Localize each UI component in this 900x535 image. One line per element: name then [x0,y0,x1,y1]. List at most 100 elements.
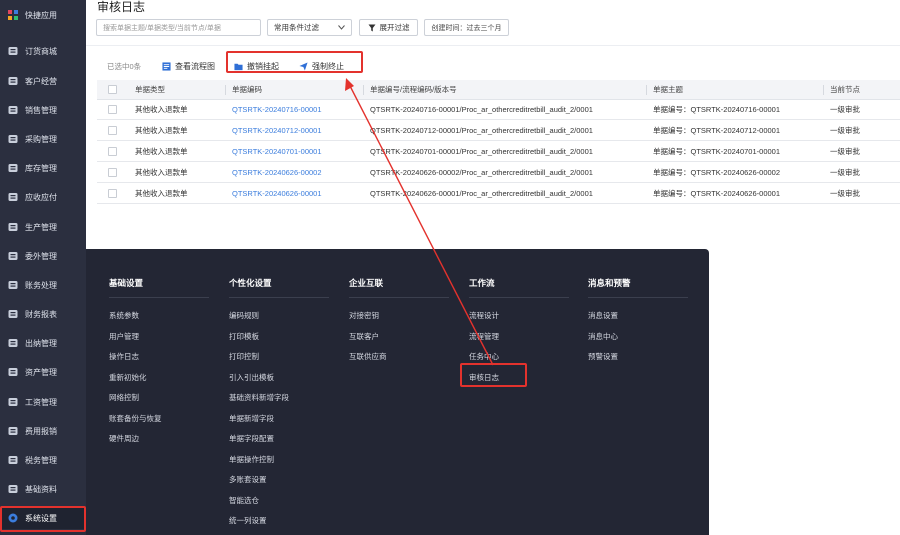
menu-item[interactable]: 消息中心 [588,331,618,342]
annotation-highlight-system-settings [0,506,86,532]
row-checkbox[interactable] [108,168,117,177]
menu-item[interactable]: 对接密钥 [349,310,379,321]
bill-code-link[interactable]: QTSRTK-20240716-00001 [232,100,322,120]
sidebar-item-label: 出纳管理 [25,338,57,348]
table-row[interactable]: 其他收入退款单 QTSRTK-20240626-00001 QTSRTK-20240… [97,184,900,204]
sidebar-item-16[interactable]: 基础资料 [0,478,86,500]
filter-select-label: 常用条件过滤 [274,23,319,32]
view-flow-button[interactable]: 查看流程图 [162,59,215,73]
date-filter-chip[interactable]: 创建时间：过去三个月 [424,19,509,36]
sidebar-item-3[interactable]: 销售管理 [0,99,86,121]
column-header[interactable]: 单据编码 [232,80,262,100]
menu-item[interactable]: 打印模板 [229,331,259,342]
sidebar-item-1[interactable]: 订货商城 [0,40,86,62]
filter-select[interactable]: 常用条件过滤 [267,19,352,36]
sidebar-item-14[interactable]: 费用报销 [0,420,86,442]
menu-item[interactable]: 单据新增字段 [229,413,274,424]
menu-item[interactable]: 基础资料新增字段 [229,392,289,403]
menu-item[interactable]: 编码规则 [229,310,259,321]
table-cell: 单据编号：QTSRTK-20240716-00001 [653,105,781,114]
menu-item[interactable]: 多账套设置 [229,474,267,485]
menu-column-title: 工作流 [469,278,495,288]
coin-icon [8,192,18,202]
sidebar-item-15[interactable]: 税务管理 [0,449,86,471]
table-row[interactable]: 其他收入退款单 QTSRTK-20240716-00001 QTSRTK-20240… [97,100,900,120]
system-settings-menu: 基础设置 系统参数 用户管理 操作日志 重新初始化 网络控制 账套备份与恢复 硬件周边 个性化设… [86,249,709,535]
sidebar-item-6[interactable]: 应收应付 [0,186,86,208]
menu-item[interactable]: 统一列设置 [229,515,267,526]
column-header[interactable]: 单据类型 [135,80,165,100]
sidebar-item-11[interactable]: 出纳管理 [0,332,86,354]
table-row[interactable]: 其他收入退款单 QTSRTK-20240701-00001 QTSRTK-20240… [97,142,900,162]
table-cell: 单据编号：QTSRTK-20240701-00001 [653,147,781,156]
row-checkbox[interactable] [108,126,117,135]
expand-filter-button[interactable]: 展开过滤 [359,19,418,36]
sidebar-item-label: 快捷应用 [25,10,57,20]
menu-item[interactable]: 消息设置 [588,310,618,321]
menu-item[interactable]: 用户管理 [109,331,139,342]
menu-item[interactable]: 预警设置 [588,351,618,362]
table-cell: 一级审批 [830,126,860,135]
menu-item[interactable]: 任务中心 [469,351,499,362]
menu-item[interactable]: 系统参数 [109,310,139,321]
sidebar-item-label: 订货商城 [25,46,57,56]
menu-item[interactable]: 流程设计 [469,310,499,321]
bill-code-link[interactable]: QTSRTK-20240712-00001 [232,121,322,141]
table-cell: QTSRTK-20240701-00001/Proc_ar_othercredi… [370,147,593,156]
sidebar-item-5[interactable]: 库存管理 [0,157,86,179]
table-cell: 一级审批 [830,189,860,198]
menu-item[interactable]: 引入引出模板 [229,372,274,383]
bill-code-link[interactable]: QTSRTK-20240701-00001 [232,142,322,162]
column-divider [823,85,824,95]
table-cell: 一级审批 [830,147,860,156]
sidebar-item-0[interactable]: 快捷应用 [0,4,86,26]
menu-item[interactable]: 硬件周边 [109,433,139,444]
table-cell: 单据编号：QTSRTK-20240626-00001 [653,189,781,198]
menu-column-divider [229,297,329,298]
sidebar-item-label: 客户经营 [25,76,57,86]
menu-column-divider [109,297,209,298]
menu-item[interactable]: 网络控制 [109,392,139,403]
column-header[interactable]: 单据主题 [653,80,683,100]
column-header[interactable]: 单据编号/流程编码/版本号 [370,80,457,100]
menu-column-title: 消息和预警 [588,278,631,288]
menu-item[interactable]: 重新初始化 [109,372,147,383]
menu-item[interactable]: 互联客户 [349,331,379,342]
row-checkbox[interactable] [108,189,117,198]
sales-icon [8,105,18,115]
menu-item[interactable]: 打印控制 [229,351,259,362]
sidebar-item-label: 资产管理 [25,367,57,377]
table-row[interactable]: 其他收入退款单 QTSRTK-20240626-00002 QTSRTK-20240… [97,163,900,183]
menu-item[interactable]: 互联供应商 [349,351,387,362]
sidebar-item-2[interactable]: 客户经营 [0,70,86,92]
salary-icon [8,397,18,407]
column-header[interactable]: 当前节点 [830,80,860,100]
menu-item[interactable]: 流程管理 [469,331,499,342]
sidebar-item-8[interactable]: 委外管理 [0,245,86,267]
sidebar-item-label: 采购管理 [25,134,57,144]
select-all-checkbox[interactable] [108,85,117,94]
sidebar-item-4[interactable]: 采购管理 [0,128,86,150]
menu-item[interactable]: 智能选仓 [229,495,259,506]
menu-column-divider [349,297,449,298]
purchase-icon [8,134,18,144]
sidebar-item-13[interactable]: 工资管理 [0,391,86,413]
table-row[interactable]: 其他收入退款单 QTSRTK-20240712-00001 QTSRTK-20240… [97,121,900,141]
bill-code-link[interactable]: QTSRTK-20240626-00001 [232,184,322,204]
expand-filter-label: 展开过滤 [379,23,410,32]
cashier-icon [8,338,18,348]
table-cell: 单据编号：QTSRTK-20240712-00001 [653,126,781,135]
row-checkbox[interactable] [108,147,117,156]
sidebar-item-10[interactable]: 财务报表 [0,303,86,325]
sidebar-item-12[interactable]: 资产管理 [0,361,86,383]
row-checkbox[interactable] [108,105,117,114]
bill-code-link[interactable]: QTSRTK-20240626-00002 [232,163,322,183]
warehouse-icon [8,163,18,173]
menu-item[interactable]: 操作日志 [109,351,139,362]
menu-item[interactable]: 单据字段配置 [229,433,274,444]
search-input[interactable]: 搜索单据主题/单据类型/当前节点/单据 [96,19,261,36]
menu-item[interactable]: 账套备份与恢复 [109,413,162,424]
menu-item[interactable]: 单据操作控制 [229,454,274,465]
sidebar-item-9[interactable]: 账务处理 [0,274,86,296]
sidebar-item-7[interactable]: 生产管理 [0,216,86,238]
